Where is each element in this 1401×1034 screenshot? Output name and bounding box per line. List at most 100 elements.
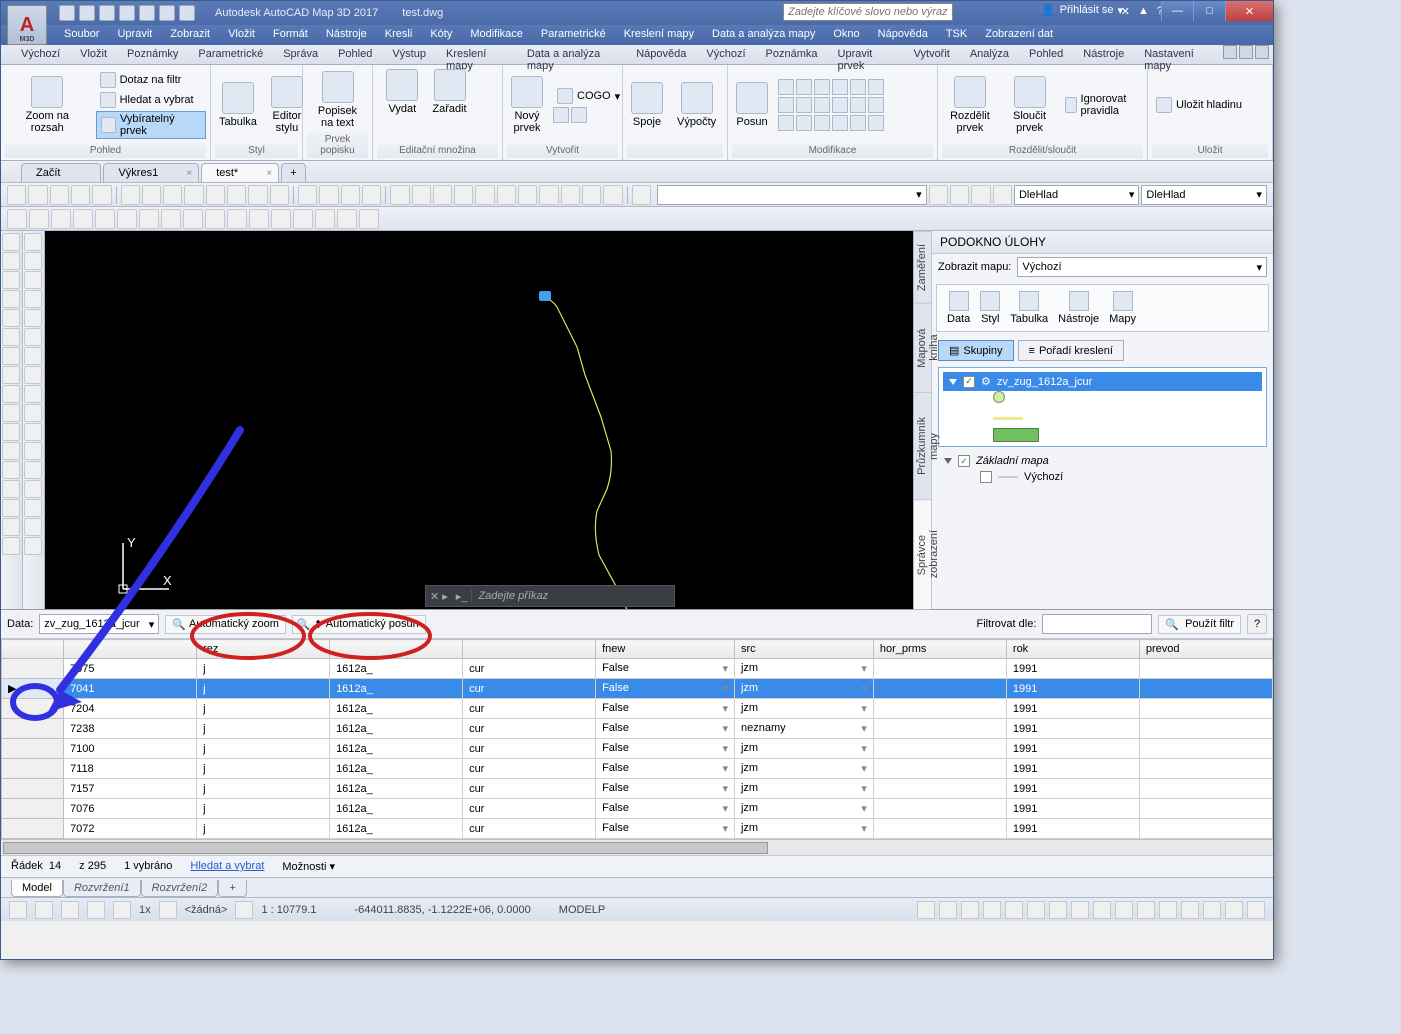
status-icon[interactable] bbox=[983, 901, 1001, 919]
menu-parametrické[interactable]: Parametrické bbox=[532, 25, 615, 45]
create-icon-2[interactable] bbox=[571, 107, 587, 123]
hatch-icon[interactable] bbox=[2, 366, 20, 384]
ribbon-tab[interactable]: Nápověda bbox=[626, 45, 696, 64]
ribbon-tab[interactable]: Poznámky bbox=[117, 45, 188, 64]
toolbar-icon[interactable] bbox=[183, 209, 203, 229]
status-icon[interactable] bbox=[159, 901, 177, 919]
merge-feature-button[interactable]: Sloučit prvek bbox=[1004, 74, 1055, 136]
point-icon[interactable] bbox=[2, 385, 20, 403]
close-button[interactable]: ✕ bbox=[1225, 1, 1273, 21]
ribbon-tab[interactable]: Výchozí bbox=[696, 45, 755, 64]
style-editor-button[interactable]: Editor stylu bbox=[267, 74, 307, 136]
status-icon[interactable] bbox=[61, 901, 79, 919]
toolbar-icon[interactable] bbox=[117, 209, 137, 229]
a360-icon[interactable]: ▲ bbox=[1138, 5, 1149, 18]
auto-zoom-button[interactable]: Automatický zoom bbox=[165, 615, 286, 634]
chamfer-icon[interactable] bbox=[24, 480, 42, 498]
layer-item[interactable]: ✓ ⚙ zv_zug_1612a_jcur bbox=[943, 372, 1262, 391]
ribbon-tab[interactable]: Nastavení mapy bbox=[1134, 45, 1223, 64]
find-select-button[interactable]: Hledat a vybrat bbox=[96, 91, 206, 109]
mod-icon[interactable] bbox=[814, 97, 830, 113]
extend-icon[interactable] bbox=[24, 423, 42, 441]
ribbon-tab[interactable]: Upravit prvek bbox=[828, 45, 904, 64]
qat-redo-icon[interactable] bbox=[179, 5, 195, 21]
toolbar-icon[interactable] bbox=[632, 185, 651, 205]
layer-combo[interactable]: ▾ bbox=[657, 185, 927, 205]
toolbar-icon[interactable] bbox=[603, 185, 622, 205]
checkout-button[interactable]: Vydat bbox=[382, 67, 422, 117]
tabs-min-icon[interactable] bbox=[1255, 45, 1269, 59]
taskpane-vtab[interactable]: Průzkumník mapy bbox=[914, 392, 931, 499]
toolbar-icon[interactable] bbox=[362, 185, 381, 205]
array-icon[interactable] bbox=[24, 309, 42, 327]
ribbon-tab[interactable]: Vytvořit bbox=[904, 45, 960, 64]
status-icon[interactable] bbox=[1225, 901, 1243, 919]
file-tab[interactable]: Výkres1× bbox=[103, 163, 199, 182]
toolbar-icon[interactable] bbox=[293, 209, 313, 229]
menu-modifikace[interactable]: Modifikace bbox=[461, 25, 532, 45]
toolbar-icon[interactable] bbox=[315, 209, 335, 229]
ellipse-icon[interactable] bbox=[2, 347, 20, 365]
create-icon[interactable] bbox=[553, 107, 569, 123]
file-tab[interactable]: test*× bbox=[201, 163, 279, 182]
qat-new-icon[interactable] bbox=[59, 5, 75, 21]
erase-icon[interactable] bbox=[24, 233, 42, 251]
qat-save-icon[interactable] bbox=[99, 5, 115, 21]
menu-nápověda[interactable]: Nápověda bbox=[869, 25, 937, 45]
table-row[interactable]: 7157j1612a_curFalse▾jzm▾1991 bbox=[2, 779, 1273, 799]
toolbar-icon[interactable] bbox=[412, 185, 431, 205]
toolbar-icon[interactable] bbox=[206, 185, 225, 205]
calculations-button[interactable]: Výpočty bbox=[673, 80, 720, 130]
horizontal-scrollbar[interactable] bbox=[1, 839, 1273, 855]
groups-tab[interactable]: ▤Skupiny bbox=[938, 340, 1014, 361]
toolbar-icon[interactable] bbox=[163, 185, 182, 205]
status-icon[interactable] bbox=[235, 901, 253, 919]
menu-formát[interactable]: Formát bbox=[264, 25, 317, 45]
menu-zobrazení dat[interactable]: Zobrazení dat bbox=[976, 25, 1062, 45]
file-tab[interactable]: Začít bbox=[21, 163, 101, 182]
task-tool-mapy[interactable]: Mapy bbox=[1109, 291, 1136, 325]
toolbar-icon[interactable] bbox=[337, 209, 357, 229]
toolbar-icon[interactable] bbox=[249, 209, 269, 229]
status-icon[interactable] bbox=[1181, 901, 1199, 919]
toolbar-icon[interactable] bbox=[950, 185, 969, 205]
toolbar-icon[interactable] bbox=[561, 185, 580, 205]
explode-icon[interactable] bbox=[24, 518, 42, 536]
draw-icon[interactable] bbox=[2, 537, 20, 555]
arc-icon[interactable] bbox=[2, 290, 20, 308]
toolbar-icon[interactable] bbox=[359, 209, 379, 229]
apply-filter-button[interactable]: Použít filtr bbox=[1158, 615, 1241, 634]
toolbar-icon[interactable] bbox=[497, 185, 516, 205]
toolbar-icon[interactable] bbox=[539, 185, 558, 205]
lineweight-combo[interactable]: DleHlad▾ bbox=[1141, 185, 1266, 205]
status-icon[interactable] bbox=[1159, 901, 1177, 919]
column-header[interactable] bbox=[463, 640, 596, 659]
map-select[interactable]: Výchozí▾ bbox=[1017, 257, 1267, 277]
status-icon[interactable] bbox=[917, 901, 935, 919]
close-tab-icon[interactable]: × bbox=[186, 168, 192, 179]
toolbar-icon[interactable] bbox=[993, 185, 1012, 205]
ribbon-tab[interactable]: Parametrické bbox=[188, 45, 273, 64]
toolbar-icon[interactable] bbox=[142, 185, 161, 205]
mod-icon[interactable] bbox=[796, 115, 812, 131]
column-header[interactable]: prevod bbox=[1139, 640, 1272, 659]
mod-icon[interactable] bbox=[868, 97, 884, 113]
toolbar-icon[interactable] bbox=[390, 185, 409, 205]
toolbar-icon[interactable] bbox=[929, 185, 948, 205]
qat-saveas-icon[interactable] bbox=[119, 5, 135, 21]
toolbar-icon[interactable] bbox=[433, 185, 452, 205]
layer-tree[interactable]: ✓ ⚙ zv_zug_1612a_jcur bbox=[938, 367, 1267, 447]
filter-input[interactable] bbox=[1042, 614, 1152, 634]
menu-zobrazit[interactable]: Zobrazit bbox=[161, 25, 219, 45]
column-header[interactable] bbox=[2, 640, 64, 659]
status-icon[interactable] bbox=[9, 901, 27, 919]
text-icon[interactable] bbox=[2, 404, 20, 422]
cogo-button[interactable]: COGO ▾ bbox=[553, 87, 624, 105]
auto-pan-button[interactable]: ⬍Automatický posun bbox=[292, 615, 426, 634]
toolbar-icon[interactable] bbox=[161, 209, 181, 229]
ribbon-tab[interactable]: Kreslení mapy bbox=[436, 45, 517, 64]
toolbar-icon[interactable] bbox=[139, 209, 159, 229]
toolbar-icon[interactable] bbox=[7, 209, 27, 229]
mod-icon[interactable] bbox=[832, 97, 848, 113]
task-tool-nástroje[interactable]: Nástroje bbox=[1058, 291, 1099, 325]
